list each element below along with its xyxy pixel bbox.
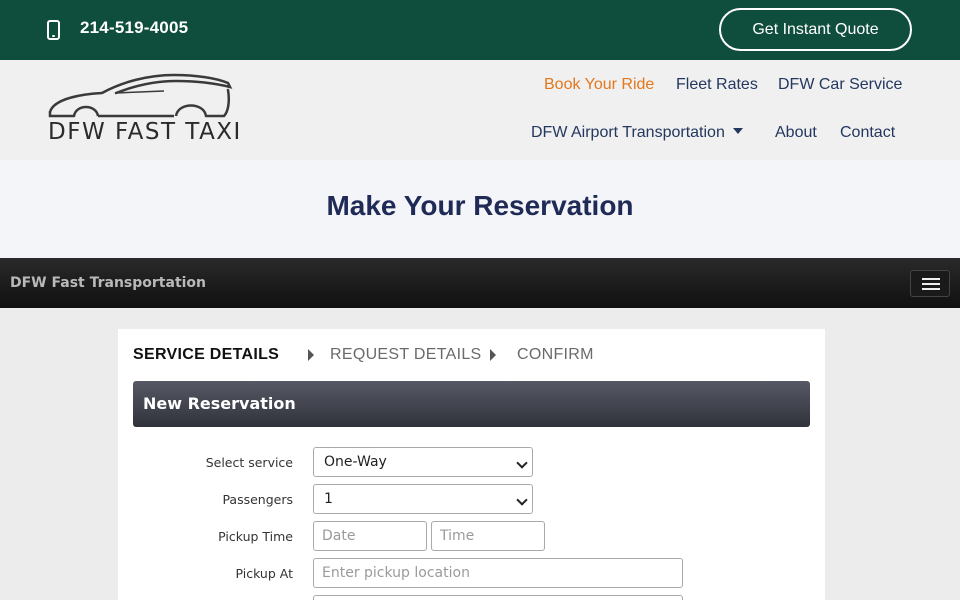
hamburger-icon-line <box>922 283 940 285</box>
phone-number-link[interactable]: 214-519-4005 <box>80 18 188 38</box>
get-instant-quote-button[interactable]: Get Instant Quote <box>719 8 912 51</box>
select-service-dropdown[interactable]: One-Way <box>313 447 533 477</box>
next-field-input[interactable] <box>313 595 683 600</box>
step-arrow-icon <box>308 349 314 361</box>
phone-icon <box>47 20 60 40</box>
hamburger-icon-line <box>922 288 940 290</box>
nav-about[interactable]: About <box>775 124 817 142</box>
nav-contact[interactable]: Contact <box>840 124 895 142</box>
step-service-details: SERVICE DETAILS <box>133 346 280 363</box>
select-service-label: Select service <box>205 455 293 470</box>
navbar-brand[interactable]: DFW Fast Transportation <box>10 275 206 291</box>
new-reservation-header: New Reservation <box>133 381 810 427</box>
title-section: Make Your Reservation <box>0 160 960 258</box>
nav-book-your-ride[interactable]: Book Your Ride <box>544 76 654 94</box>
pickup-at-label: Pickup At <box>235 566 293 581</box>
top-bar: 214-519-4005 Get Instant Quote <box>0 0 960 60</box>
chevron-down-icon <box>732 127 743 134</box>
nav-dfw-airport-transportation-label: DFW Airport Transportation <box>531 124 725 141</box>
logo[interactable]: DFW FAST TAXI <box>44 72 240 152</box>
nav-dfw-car-service[interactable]: DFW Car Service <box>778 76 902 94</box>
step-confirm: CONFIRM <box>517 346 594 363</box>
pickup-time-label: Pickup Time <box>218 529 293 544</box>
page-title: Make Your Reservation <box>326 190 634 221</box>
hamburger-icon <box>922 278 940 280</box>
pickup-location-input[interactable] <box>313 558 683 588</box>
logo-text: DFW FAST TAXI <box>48 119 242 145</box>
site-header: DFW FAST TAXI Book Your Ride Fleet Rates… <box>0 60 960 160</box>
pickup-date-input[interactable] <box>313 521 427 551</box>
nav-fleet-rates[interactable]: Fleet Rates <box>676 76 758 94</box>
pickup-time-input[interactable] <box>431 521 545 551</box>
menu-toggle-button[interactable] <box>910 270 950 297</box>
step-arrow-icon <box>490 349 496 361</box>
passengers-dropdown[interactable]: 1 <box>313 484 533 514</box>
step-request-details: REQUEST DETAILS <box>330 346 482 363</box>
panel-title: New Reservation <box>143 394 296 413</box>
nav-dfw-airport-transportation[interactable]: DFW Airport Transportation <box>531 124 743 142</box>
car-logo-icon <box>48 73 233 118</box>
passengers-label: Passengers <box>222 492 293 507</box>
reservation-navbar: DFW Fast Transportation <box>0 258 960 308</box>
